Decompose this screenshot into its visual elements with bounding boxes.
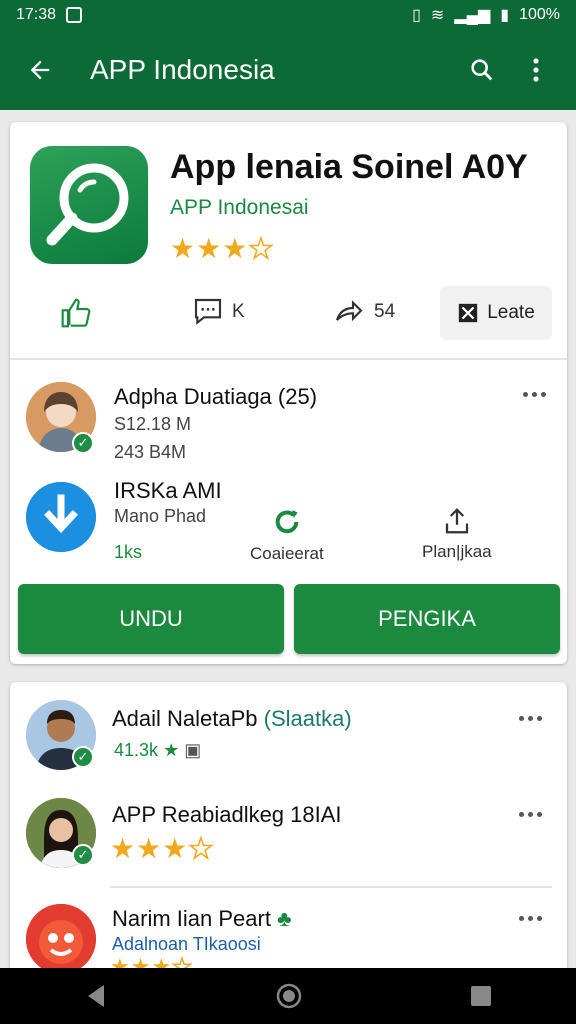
reviews-card: ✓ Adail NaletaPb (Slaatka) 41.3k ★ ▣ ✓ A… [10, 682, 567, 982]
battery-icon: ▮ [500, 7, 510, 24]
back-arrow-icon[interactable] [20, 50, 60, 90]
app-bar: APP Indonesia [0, 30, 576, 110]
secondary-button[interactable]: PENGIKA [294, 584, 560, 654]
review-meta: 41.3k ★ ▣ [114, 740, 201, 761]
review-author[interactable]: APP Reabiadlkeg 18IAI [112, 802, 342, 828]
flag-icon [459, 303, 478, 323]
comment-button[interactable]: K [192, 296, 245, 328]
page-title: APP Indonesia [90, 54, 275, 85]
app-name: App lenaia Soinel A0Y [170, 148, 528, 186]
divider [10, 358, 567, 360]
review-subtitle: Adalnoan TIkaoosi [112, 934, 261, 954]
app-logo-icon[interactable] [30, 146, 148, 264]
status-time: 17:38 [16, 6, 57, 23]
square-icon: ▣ [184, 740, 202, 760]
search-icon[interactable] [462, 50, 502, 90]
app-detail-card: App lenaia Soinel A0Y APP Indonesai ★★★★… [10, 122, 567, 664]
back-nav-icon[interactable] [84, 983, 108, 1009]
cooperate-button[interactable]: Coaieerat [250, 506, 324, 564]
more-options-icon[interactable] [514, 384, 554, 404]
feed-item-stat: S12.18 M [114, 414, 192, 434]
plan-label: Plan|jkaa [422, 542, 492, 561]
verified-badge-icon: ✓ [72, 844, 94, 866]
review-author-name: Narim Iian Peart [112, 906, 271, 931]
review-author-tag: (Slaatka) [263, 706, 352, 731]
share-icon [335, 300, 363, 322]
like-button[interactable] [60, 296, 92, 330]
star-icon: ★ [163, 740, 180, 760]
feed-item-title[interactable]: Adpha Duatiaga (25) [114, 384, 317, 410]
wifi-icon: ≋ [430, 7, 445, 24]
verified-badge-icon: ✓ [72, 746, 94, 768]
vibrate-icon: ▯ [412, 7, 421, 24]
feed-item-stat: 243 B4M [114, 442, 187, 462]
upload-icon [445, 508, 468, 534]
recents-nav-icon[interactable] [470, 985, 492, 1007]
system-nav-bar [0, 968, 576, 1024]
feed-item-sub: Mano Phad [114, 506, 207, 526]
share-button[interactable]: 54 [332, 296, 395, 328]
refresh-icon [275, 510, 299, 534]
feed-item-title[interactable]: IRSKa AMI [114, 478, 222, 504]
download-app-icon[interactable] [26, 482, 96, 552]
thumbs-up-icon [61, 298, 91, 328]
avatar[interactable] [26, 904, 96, 974]
review-author-name: Adail NaletaPb [112, 706, 258, 731]
app-rating-stars: ★★★★ [170, 232, 275, 265]
feed-item-count: 1ks [114, 542, 143, 562]
divider [110, 886, 552, 888]
more-options-icon[interactable] [510, 708, 550, 728]
signal-icon: ▂▄▆ [454, 7, 491, 24]
action-row: K 54 Leate [10, 284, 567, 346]
notification-icon [66, 7, 83, 23]
comment-icon [194, 298, 222, 325]
battery-level: 100% [519, 6, 560, 23]
download-button[interactable]: UNDU [18, 584, 284, 654]
review-meta-value: 41.3k [114, 740, 159, 760]
plan-button[interactable]: Plan|jkaa [422, 506, 492, 562]
more-options-icon[interactable] [510, 908, 550, 928]
share-count: 54 [374, 301, 396, 322]
cooperate-label: Coaieerat [250, 544, 324, 563]
review-author[interactable]: Adail NaletaPb (Slaatka) [112, 706, 352, 732]
verified-badge-icon: ✓ [72, 432, 94, 454]
leate-button[interactable]: Leate [440, 286, 552, 340]
more-options-icon[interactable] [510, 804, 550, 824]
more-vert-icon[interactable] [516, 50, 556, 90]
clover-icon: ♣ [277, 906, 292, 931]
review-rating-stars: ★★★★ [110, 832, 215, 865]
leate-label: Leate [487, 302, 535, 323]
review-author[interactable]: Narim Iian Peart ♣ [112, 906, 292, 932]
home-nav-icon[interactable] [275, 982, 303, 1010]
status-bar: 17:38 ▯ ≋ ▂▄▆ ▮ 100% [0, 0, 576, 30]
comment-count: K [232, 301, 245, 322]
app-developer[interactable]: APP Indonesai [170, 196, 309, 220]
